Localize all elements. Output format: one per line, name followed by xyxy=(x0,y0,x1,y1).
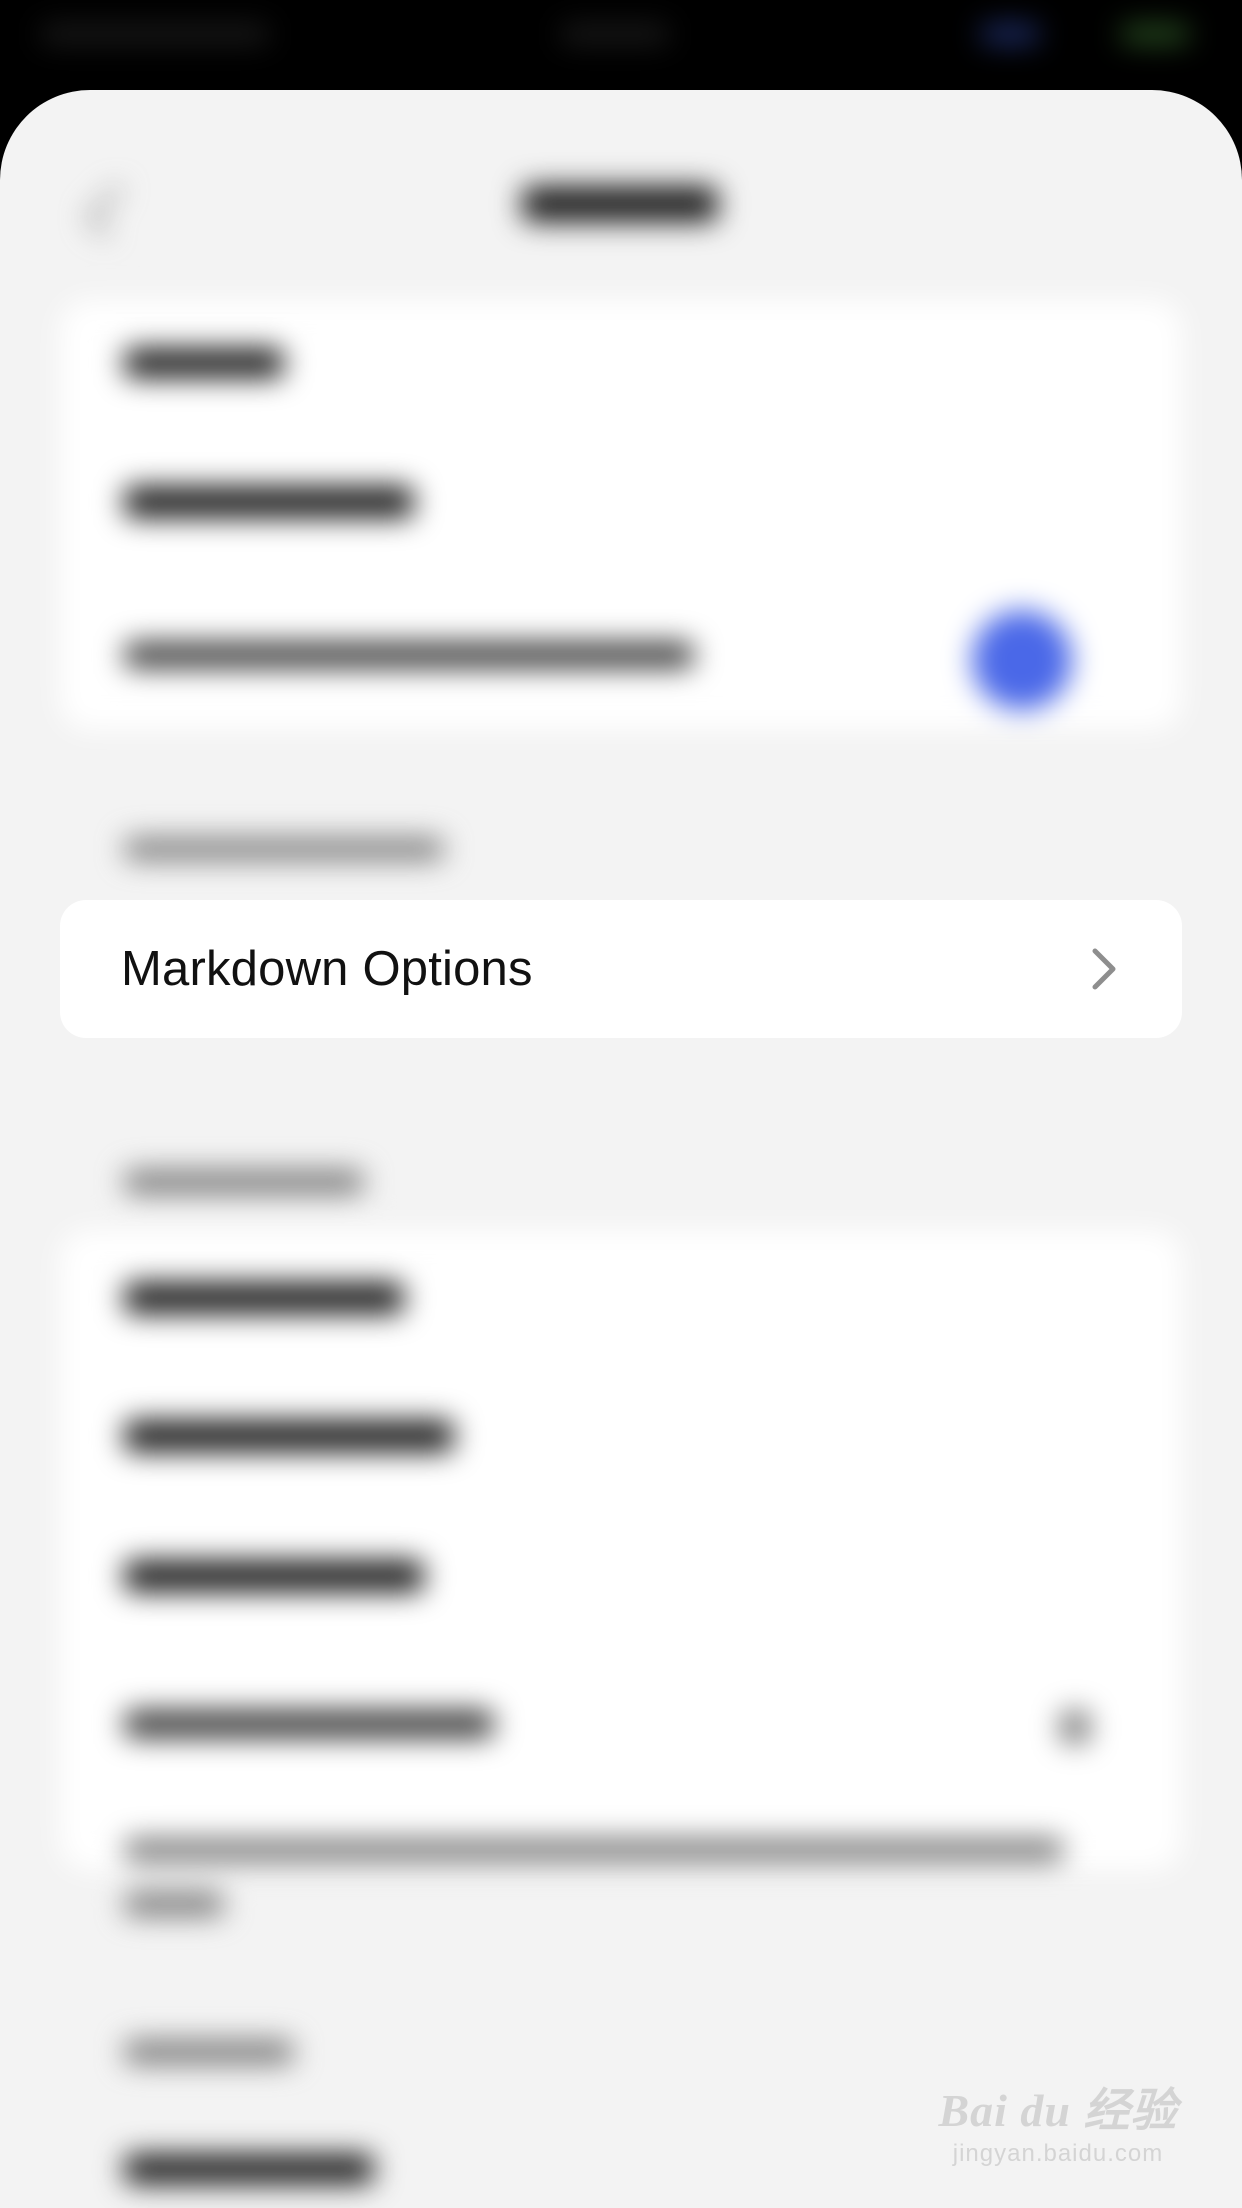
watermark-url: jingyan.baidu.com xyxy=(952,2140,1164,2167)
toggle-switch xyxy=(972,610,1072,710)
blurred-background-content xyxy=(0,90,1242,2208)
nav-title-placeholder xyxy=(522,186,718,222)
status-bar xyxy=(0,0,1242,90)
screen: Markdown Options Bai du 经验 jingyan.baidu… xyxy=(0,0,1242,2208)
watermark-brand: Bai du 经验 xyxy=(938,2085,1178,2136)
markdown-options-label: Markdown Options xyxy=(121,942,533,996)
settings-sheet: Markdown Options xyxy=(0,90,1242,2208)
chevron-right-icon xyxy=(1086,945,1122,993)
back-icon xyxy=(85,184,139,238)
watermark: Bai du 经验 jingyan.baidu.com xyxy=(938,2074,1178,2168)
markdown-options-row[interactable]: Markdown Options xyxy=(60,900,1182,1038)
